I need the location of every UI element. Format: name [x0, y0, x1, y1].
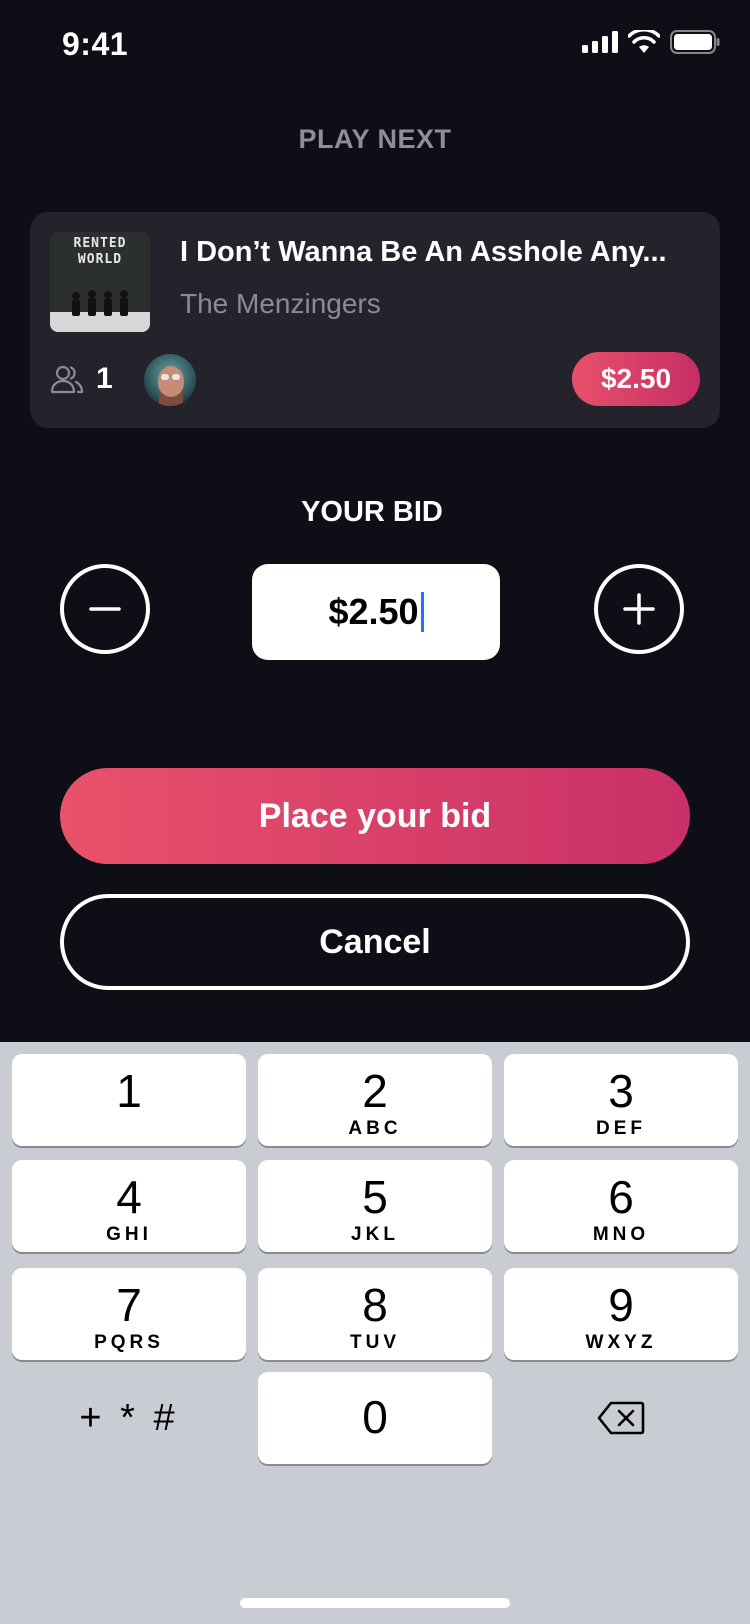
- key-digit: 1: [116, 1065, 142, 1117]
- key-letters: GHI: [106, 1224, 152, 1245]
- symbols-key[interactable]: + * #: [12, 1372, 246, 1464]
- signal-icon: [582, 31, 618, 53]
- status-time: 9:41: [62, 26, 129, 62]
- key-digit: 4: [116, 1171, 142, 1223]
- key-digit: 9: [608, 1279, 634, 1331]
- key-2[interactable]: 2 ABC: [258, 1054, 492, 1146]
- key-letters: WXYZ: [585, 1332, 657, 1353]
- decrease-bid-button[interactable]: [60, 564, 150, 654]
- people-icon: [50, 365, 84, 394]
- key-0[interactable]: 0: [258, 1372, 492, 1464]
- avatar-image: [144, 354, 196, 406]
- key-8[interactable]: 8 TUV: [258, 1268, 492, 1360]
- key-digit: 8: [362, 1279, 388, 1331]
- key-6[interactable]: 6 MNO: [504, 1160, 738, 1252]
- minus-icon: [89, 607, 121, 611]
- battery-icon: [670, 30, 720, 54]
- key-letters: ABC: [348, 1118, 402, 1139]
- key-4[interactable]: 4 GHI: [12, 1160, 246, 1252]
- key-5[interactable]: 5 JKL: [258, 1160, 492, 1252]
- home-indicator[interactable]: [240, 1598, 510, 1608]
- track-title: I Don’t Wanna Be An Asshole Any...: [180, 236, 667, 268]
- key-7[interactable]: 7 PQRS: [12, 1268, 246, 1360]
- plus-icon: [623, 593, 655, 625]
- place-bid-button[interactable]: Place your bid: [60, 768, 690, 864]
- key-digit: 0: [362, 1391, 388, 1443]
- key-1[interactable]: 1: [12, 1054, 246, 1146]
- key-digit: 3: [608, 1065, 634, 1117]
- bid-amount-value: $2.50: [328, 591, 419, 632]
- current-price-badge: $2.50: [572, 352, 700, 406]
- key-letters: PQRS: [94, 1332, 164, 1353]
- delete-key[interactable]: [504, 1372, 738, 1464]
- track-artist: The Menzingers: [180, 288, 381, 319]
- key-digit: 2: [362, 1065, 388, 1117]
- increase-bid-button[interactable]: [594, 564, 684, 654]
- wifi-icon: [628, 30, 660, 53]
- status-icons: [582, 30, 720, 54]
- your-bid-label: YOUR BID: [301, 496, 443, 528]
- avatar[interactable]: [144, 354, 196, 406]
- bidders-count: 1: [96, 362, 113, 395]
- key-9[interactable]: 9 WXYZ: [504, 1268, 738, 1360]
- album-cover: RENTED WORLD: [50, 232, 150, 332]
- key-digit: 5: [362, 1171, 388, 1223]
- backspace-icon: [597, 1401, 645, 1435]
- symbols-label: + * #: [79, 1397, 179, 1439]
- numeric-keypad: 1 2 ABC 3 DEF 4 GHI 5 JKL 6 MNO 7 PQRS 8…: [0, 1042, 750, 1624]
- bid-amount-input[interactable]: $2.50: [252, 564, 500, 660]
- key-digit: 7: [116, 1279, 142, 1331]
- now-playing-card: RENTED WORLD I Don’t Wanna Be An Asshole…: [30, 212, 720, 428]
- page-title: PLAY NEXT: [298, 124, 452, 154]
- key-letters: JKL: [351, 1224, 399, 1245]
- cancel-button[interactable]: Cancel: [60, 894, 690, 990]
- album-cover-text: RENTED WORLD: [73, 236, 127, 267]
- key-digit: 6: [608, 1171, 634, 1223]
- key-3[interactable]: 3 DEF: [504, 1054, 738, 1146]
- text-caret: [420, 592, 424, 632]
- key-letters: DEF: [596, 1118, 646, 1139]
- key-letters: TUV: [350, 1332, 400, 1353]
- status-bar: 9:41: [0, 0, 750, 90]
- key-letters: MNO: [592, 1224, 650, 1245]
